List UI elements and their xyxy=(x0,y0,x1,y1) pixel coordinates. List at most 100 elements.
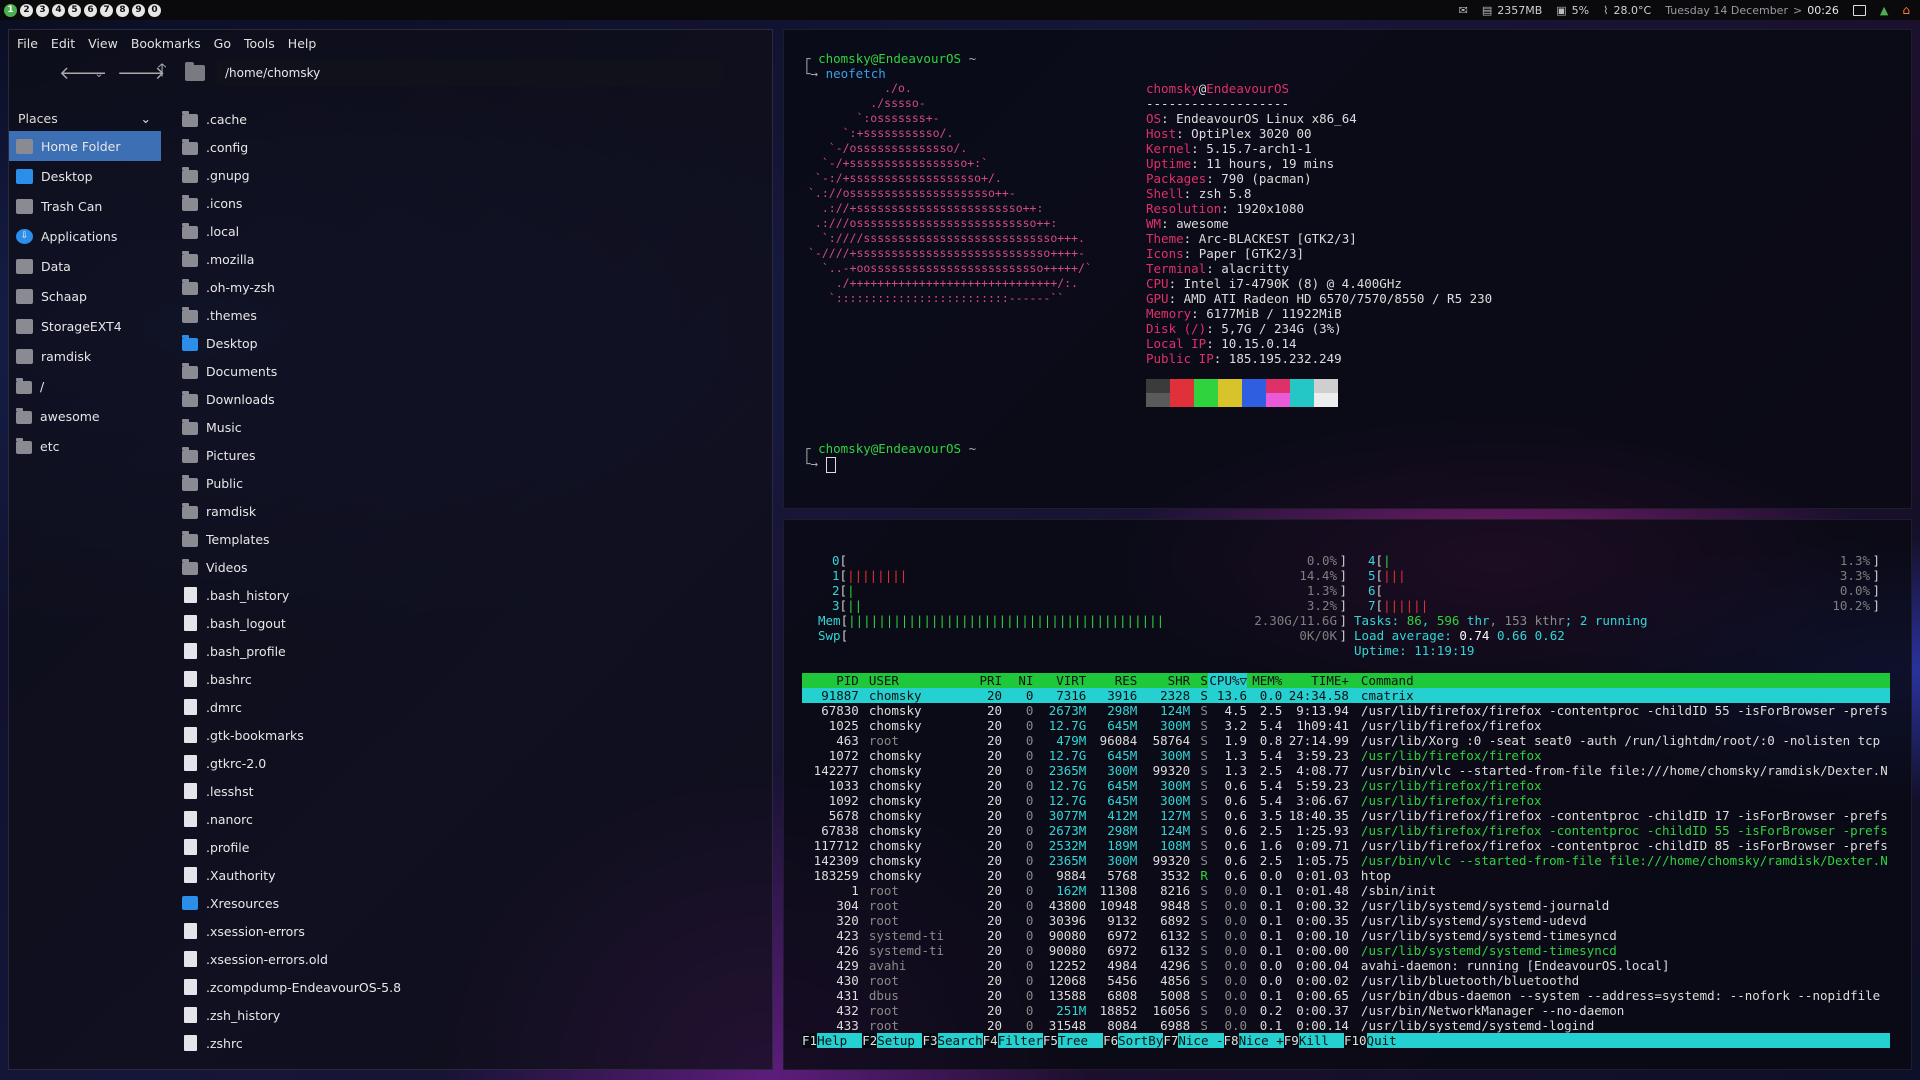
process-row[interactable]: 320 root 20 0 30396 9132 6892 S 0.0 0.1 0:00.35/us… xyxy=(802,913,1890,928)
place-item[interactable]: ⇩ Applications xyxy=(9,221,161,251)
column-header[interactable]: PRI xyxy=(967,673,1003,688)
tag-button-3[interactable]: 3 xyxy=(36,3,49,17)
fkey-f8[interactable]: F8 xyxy=(1223,1033,1239,1048)
file-item[interactable]: .Xresources xyxy=(172,889,762,917)
process-row[interactable]: 142277 chomsky 20 0 2365M 300M 99320 S 1.3 2.5 4:0… xyxy=(802,763,1890,778)
file-item[interactable]: .profile xyxy=(172,833,762,861)
file-item[interactable]: .bash_history xyxy=(172,581,762,609)
home-icon[interactable]: ⌂ xyxy=(1902,3,1910,17)
file-item[interactable]: .icons xyxy=(172,189,762,217)
fkey-f6[interactable]: F6 xyxy=(1103,1033,1119,1048)
fkey-f2[interactable]: F2 xyxy=(862,1033,878,1048)
column-header[interactable]: NI xyxy=(1002,673,1033,688)
place-item[interactable]: Schaap xyxy=(9,281,161,311)
file-item[interactable]: .bash_profile xyxy=(172,637,762,665)
cpu-widget[interactable]: ▣ 5% xyxy=(1556,4,1589,17)
menu-file[interactable]: File xyxy=(17,36,38,51)
back-arrow-icon[interactable]: 🡐 xyxy=(59,63,107,84)
column-header[interactable]: S xyxy=(1190,673,1208,688)
tag-button-2[interactable]: 2 xyxy=(20,3,33,17)
temperature-widget[interactable]: ⌇ 28.0°C xyxy=(1603,4,1651,17)
process-row[interactable]: 432 root 20 0 251M 18852 16056 S 0.0 0.2 0:00.37/u… xyxy=(802,1003,1890,1018)
file-item[interactable]: .bashrc xyxy=(172,665,762,693)
place-item[interactable]: Home Folder xyxy=(9,131,161,161)
file-item[interactable]: Music xyxy=(172,413,762,441)
column-header[interactable]: SHR xyxy=(1137,673,1191,688)
file-item[interactable]: .xsession-errors xyxy=(172,917,762,945)
tag-button-7[interactable]: 7 xyxy=(100,3,113,17)
file-item[interactable]: Downloads xyxy=(172,385,762,413)
file-item[interactable]: .themes xyxy=(172,301,762,329)
place-item[interactable]: Desktop xyxy=(9,161,161,191)
tag-button-6[interactable]: 6 xyxy=(84,3,97,17)
process-row[interactable]: 67830 chomsky 20 0 2673M 298M 124M S 4.5 2.5 9:13.… xyxy=(802,703,1890,718)
process-row[interactable]: 433 root 20 0 31548 8084 6988 S 0.0 0.1 0:00.14/us… xyxy=(802,1018,1890,1033)
menu-edit[interactable]: Edit xyxy=(51,36,75,51)
menu-view[interactable]: View xyxy=(88,36,118,51)
process-row[interactable]: 1033 chomsky 20 0 12.7G 645M 300M S 0.6 5.4 5:59.2… xyxy=(802,778,1890,793)
fkey-f9[interactable]: F9 xyxy=(1283,1033,1299,1048)
file-item[interactable]: .config xyxy=(172,133,762,161)
column-header[interactable]: VIRT xyxy=(1033,673,1086,688)
tag-button-1[interactable]: 1 xyxy=(4,3,17,17)
place-item[interactable]: ramdisk xyxy=(9,341,161,371)
menu-help[interactable]: Help xyxy=(288,36,317,51)
column-header[interactable]: CPU%▽ xyxy=(1207,673,1248,688)
column-header[interactable]: PID xyxy=(802,673,859,688)
tag-button-0[interactable]: 0 xyxy=(148,3,161,17)
chevron-down-icon[interactable]: ⌄ xyxy=(93,67,105,80)
process-row[interactable]: 1072 chomsky 20 0 12.7G 645M 300M S 1.3 5.4 3:59.2… xyxy=(802,748,1890,763)
fkey-f3[interactable]: F3 xyxy=(922,1033,938,1048)
process-row[interactable]: 431 dbus 20 0 13588 6808 5008 S 0.0 0.1 0:00.65/us… xyxy=(802,988,1890,1003)
process-row[interactable]: 429 avahi 20 0 12252 4984 4296 S 0.0 0.0 0:00.04 av… xyxy=(802,958,1890,973)
place-item[interactable]: awesome xyxy=(9,401,161,431)
file-item[interactable]: ramdisk xyxy=(172,497,762,525)
file-item[interactable]: Desktop xyxy=(172,329,762,357)
tag-button-8[interactable]: 8 xyxy=(116,3,129,17)
file-item[interactable]: .gtk-bookmarks xyxy=(172,721,762,749)
file-item[interactable]: .zsh_history xyxy=(172,1001,762,1029)
file-item[interactable]: .xsession-errors.old xyxy=(172,945,762,973)
file-item[interactable]: Public xyxy=(172,469,762,497)
place-item[interactable]: / xyxy=(9,371,161,401)
fkey-f10[interactable]: F10 xyxy=(1343,1033,1367,1048)
process-row[interactable]: 1025 chomsky 20 0 12.7G 645M 300M S 3.2 5.4 1h09:4… xyxy=(802,718,1890,733)
file-item[interactable]: .oh-my-zsh xyxy=(172,273,762,301)
column-header[interactable]: RES xyxy=(1086,673,1138,688)
places-header[interactable]: Places ⌄ xyxy=(9,105,161,131)
file-item[interactable]: Videos xyxy=(172,553,762,581)
process-row[interactable]: 1092 chomsky 20 0 12.7G 645M 300M S 0.6 5.4 3:06.6… xyxy=(802,793,1890,808)
file-item[interactable]: .gtkrc-2.0 xyxy=(172,749,762,777)
file-item[interactable]: .mozilla xyxy=(172,245,762,273)
file-item[interactable]: .Xauthority xyxy=(172,861,762,889)
process-row[interactable]: 426 systemd-ti 20 0 90080 6972 6132 S 0.0 0.1 0:00… xyxy=(802,943,1890,958)
process-row[interactable]: 304 root 20 0 43800 10948 9848 S 0.0 0.1 0:00.32/u… xyxy=(802,898,1890,913)
fkey-f4[interactable]: F4 xyxy=(982,1033,998,1048)
process-row[interactable]: 142309 chomsky 20 0 2365M 300M 99320 S 0.6 2.5 1:0… xyxy=(802,853,1890,868)
forward-arrow-icon[interactable]: 🡒 xyxy=(117,63,165,84)
file-item[interactable]: Pictures xyxy=(172,441,762,469)
process-row[interactable]: 430 root 20 0 12068 5456 4856 S 0.0 0.0 0:00.02/us… xyxy=(802,973,1890,988)
file-item[interactable]: .zcompdump-EndeavourOS-5.8 xyxy=(172,973,762,1001)
process-row[interactable]: 117712 chomsky 20 0 2532M 189M 108M S 0.6 1.6 0:09… xyxy=(802,838,1890,853)
lock-icon[interactable]: ▲ xyxy=(1880,4,1888,17)
process-row[interactable]: 423 systemd-ti 20 0 90080 6972 6132 S 0.0 0.1 0:00… xyxy=(802,928,1890,943)
file-item[interactable]: Templates xyxy=(172,525,762,553)
column-header[interactable]: USER xyxy=(859,673,967,688)
tag-button-9[interactable]: 9 xyxy=(132,3,145,17)
fkey-f7[interactable]: F7 xyxy=(1163,1033,1179,1048)
file-item[interactable]: .cache xyxy=(172,105,762,133)
process-row[interactable]: 91887 chomsky 20 0 7316 3916 2328 S 13.6 0.0 24:34… xyxy=(802,688,1890,703)
input-line[interactable]: └→ xyxy=(803,456,836,473)
location-input[interactable] xyxy=(217,60,723,86)
fkey-f5[interactable]: F5 xyxy=(1042,1033,1058,1048)
file-item[interactable]: .gnupg xyxy=(172,161,762,189)
column-header[interactable]: MEM% xyxy=(1247,673,1282,688)
file-item[interactable]: .zshrc xyxy=(172,1029,762,1057)
place-item[interactable]: Data xyxy=(9,251,161,281)
menu-tools[interactable]: Tools xyxy=(244,36,275,51)
file-item[interactable]: .bash_logout xyxy=(172,609,762,637)
menu-bookmarks[interactable]: Bookmarks xyxy=(131,36,201,51)
process-row[interactable]: 183259 chomsky 20 0 9884 5768 3532 R 0.6 0.0 0:01.… xyxy=(802,868,1890,883)
column-header[interactable]: Command xyxy=(1349,673,1890,688)
